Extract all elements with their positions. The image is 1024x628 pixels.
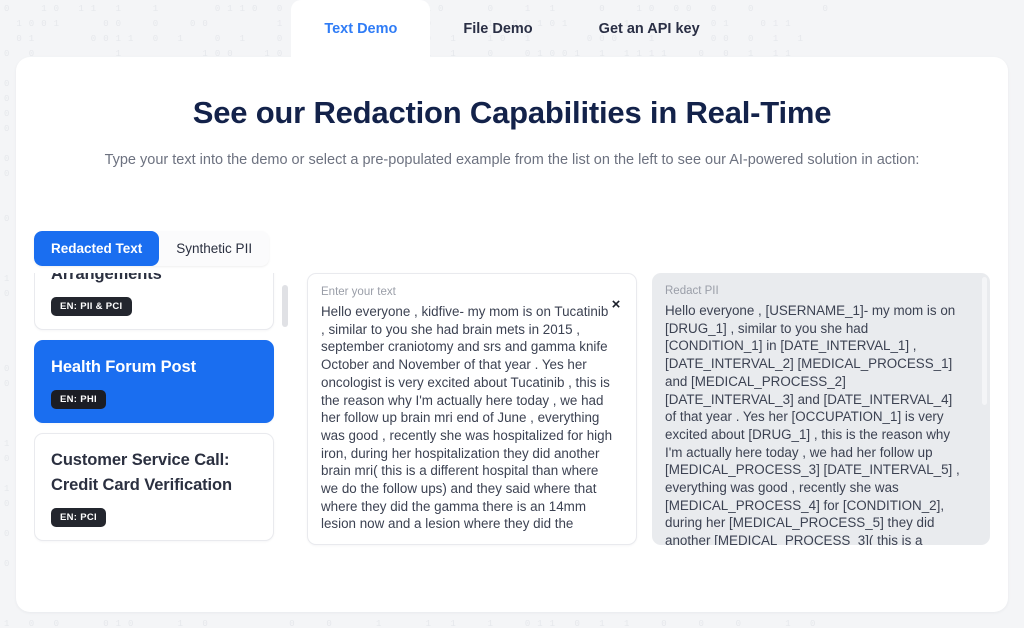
text-input-value[interactable]: Hello everyone , kidfive- my mom is on T… bbox=[321, 303, 614, 533]
text-input-panel[interactable]: Enter your text Hello everyone , kidfive… bbox=[307, 273, 637, 545]
example-badge: EN: PII & PCI bbox=[51, 297, 132, 316]
examples-scroll-area[interactable]: Arrangements EN: PII & PCI Health Forum … bbox=[34, 273, 292, 548]
top-tab-bar: Text Demo File Demo Get an API key bbox=[0, 0, 1024, 58]
examples-sidebar: Arrangements EN: PII & PCI Health Forum … bbox=[34, 273, 292, 548]
examples-scrollbar-thumb[interactable] bbox=[282, 285, 288, 327]
demo-panels: Arrangements EN: PII & PCI Health Forum … bbox=[34, 273, 990, 548]
examples-scrollbar[interactable] bbox=[282, 275, 288, 546]
example-card-health-forum-post[interactable]: Health Forum Post EN: PHI bbox=[34, 340, 274, 423]
output-scrollbar[interactable] bbox=[982, 277, 987, 541]
mode-synthetic-pii[interactable]: Synthetic PII bbox=[159, 231, 269, 266]
close-icon[interactable]: × bbox=[607, 296, 625, 314]
example-badge: EN: PHI bbox=[51, 390, 106, 409]
page-title: See our Redaction Capabilities in Real-T… bbox=[16, 95, 1008, 131]
example-title: Customer Service Call: Credit Card Verif… bbox=[51, 448, 257, 498]
example-title: Health Forum Post bbox=[51, 355, 257, 380]
output-mode-toggle: Redacted Text Synthetic PII bbox=[34, 231, 269, 266]
tab-get-an-api-key[interactable]: Get an API key bbox=[566, 0, 733, 58]
output-scrollbar-thumb[interactable] bbox=[982, 277, 987, 405]
redacted-output-panel: Redact PII Hello everyone , [USERNAME_1]… bbox=[652, 273, 990, 545]
output-panel-label: Redact PII bbox=[665, 285, 974, 297]
example-card-customer-service-call[interactable]: Customer Service Call: Credit Card Verif… bbox=[34, 433, 274, 541]
demo-card: See our Redaction Capabilities in Real-T… bbox=[16, 57, 1008, 612]
tab-text-demo[interactable]: Text Demo bbox=[291, 0, 430, 58]
redacted-output-value: Hello everyone , [USERNAME_1]- my mom is… bbox=[665, 302, 965, 545]
example-card-arrangements[interactable]: Arrangements EN: PII & PCI bbox=[34, 273, 274, 330]
input-panel-label: Enter your text bbox=[321, 286, 622, 298]
tab-file-demo[interactable]: File Demo bbox=[430, 0, 565, 58]
example-badge: EN: PCI bbox=[51, 508, 106, 527]
page-subtitle: Type your text into the demo or select a… bbox=[102, 149, 922, 172]
mode-redacted-text[interactable]: Redacted Text bbox=[34, 231, 159, 266]
example-title: Arrangements bbox=[51, 273, 257, 287]
